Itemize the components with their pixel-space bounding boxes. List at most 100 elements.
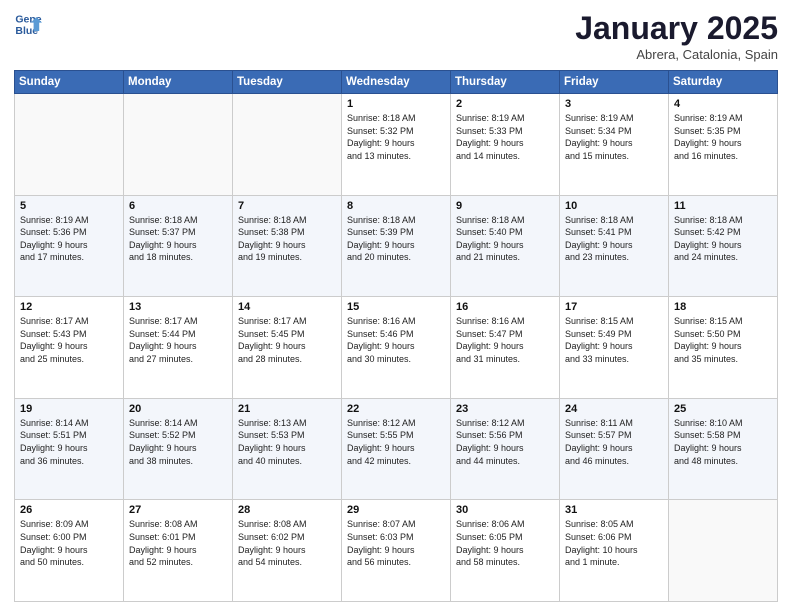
day-number: 31 [565,504,663,516]
day-info: Sunrise: 8:09 AM Sunset: 6:00 PM Dayligh… [20,518,118,568]
day-info: Sunrise: 8:19 AM Sunset: 5:34 PM Dayligh… [565,112,663,162]
calendar-cell: 5 Sunrise: 8:19 AM Sunset: 5:36 PM Daylig… [15,195,124,297]
day-number: 12 [20,301,118,313]
day-info: Sunrise: 8:11 AM Sunset: 5:57 PM Dayligh… [565,417,663,467]
day-number: 10 [565,200,663,212]
day-number: 24 [565,403,663,415]
day-info: Sunrise: 8:19 AM Sunset: 5:36 PM Dayligh… [20,214,118,264]
day-info: Sunrise: 8:17 AM Sunset: 5:45 PM Dayligh… [238,315,336,365]
logo: General Blue [14,10,42,38]
calendar-cell: 18 Sunrise: 8:15 AM Sunset: 5:50 PM Dayli… [669,297,778,399]
day-number: 1 [347,98,445,110]
day-info: Sunrise: 8:18 AM Sunset: 5:40 PM Dayligh… [456,214,554,264]
day-number: 17 [565,301,663,313]
week-row-1: 5 Sunrise: 8:19 AM Sunset: 5:36 PM Daylig… [15,195,778,297]
day-number: 14 [238,301,336,313]
day-info: Sunrise: 8:16 AM Sunset: 5:47 PM Dayligh… [456,315,554,365]
calendar-cell: 13 Sunrise: 8:17 AM Sunset: 5:44 PM Dayli… [124,297,233,399]
day-number: 30 [456,504,554,516]
calendar-cell [124,94,233,196]
calendar-cell: 4Sunrise: 8:19 AM Sunset: 5:35 PM Daylig… [669,94,778,196]
calendar-cell: 2 Sunrise: 8:19 AM Sunset: 5:33 PM Daylig… [451,94,560,196]
weekday-header-monday: Monday [124,71,233,94]
calendar-cell: 7 Sunrise: 8:18 AM Sunset: 5:38 PM Daylig… [233,195,342,297]
day-number: 6 [129,200,227,212]
day-info: Sunrise: 8:10 AM Sunset: 5:58 PM Dayligh… [674,417,772,467]
day-number: 28 [238,504,336,516]
day-number: 9 [456,200,554,212]
day-info: Sunrise: 8:17 AM Sunset: 5:44 PM Dayligh… [129,315,227,365]
weekday-header-sunday: Sunday [15,71,124,94]
calendar-cell: 28 Sunrise: 8:08 AM Sunset: 6:02 PM Dayli… [233,500,342,602]
calendar-cell: 25 Sunrise: 8:10 AM Sunset: 5:58 PM Dayli… [669,398,778,500]
day-info: Sunrise: 8:12 AM Sunset: 5:56 PM Dayligh… [456,417,554,467]
day-info: Sunrise: 8:15 AM Sunset: 5:50 PM Dayligh… [674,315,772,365]
calendar-table: SundayMondayTuesdayWednesdayThursdayFrid… [14,70,778,602]
calendar-cell: 16 Sunrise: 8:16 AM Sunset: 5:47 PM Dayli… [451,297,560,399]
day-number: 16 [456,301,554,313]
day-number: 26 [20,504,118,516]
day-number: 7 [238,200,336,212]
day-info: Sunrise: 8:16 AM Sunset: 5:46 PM Dayligh… [347,315,445,365]
weekday-header-friday: Friday [560,71,669,94]
day-number: 29 [347,504,445,516]
calendar-cell [15,94,124,196]
weekday-header-tuesday: Tuesday [233,71,342,94]
title-area: January 2025 Abrera, Catalonia, Spain [575,10,778,62]
day-number: 15 [347,301,445,313]
calendar-cell: 24 Sunrise: 8:11 AM Sunset: 5:57 PM Dayli… [560,398,669,500]
day-info: Sunrise: 8:05 AM Sunset: 6:06 PM Dayligh… [565,518,663,568]
calendar-cell: 31 Sunrise: 8:05 AM Sunset: 6:06 PM Dayli… [560,500,669,602]
day-info: Sunrise: 8:06 AM Sunset: 6:05 PM Dayligh… [456,518,554,568]
calendar-cell: 9 Sunrise: 8:18 AM Sunset: 5:40 PM Daylig… [451,195,560,297]
day-number: 8 [347,200,445,212]
day-info: Sunrise: 8:18 AM Sunset: 5:42 PM Dayligh… [674,214,772,264]
day-number: 5 [20,200,118,212]
logo-icon: General Blue [14,10,42,38]
day-info: Sunrise: 8:19 AM Sunset: 5:33 PM Dayligh… [456,112,554,162]
calendar-cell [233,94,342,196]
day-info: Sunrise: 8:07 AM Sunset: 6:03 PM Dayligh… [347,518,445,568]
day-info: Sunrise: 8:17 AM Sunset: 5:43 PM Dayligh… [20,315,118,365]
calendar-cell: 29 Sunrise: 8:07 AM Sunset: 6:03 PM Dayli… [342,500,451,602]
day-number: 22 [347,403,445,415]
calendar-page: General Blue January 2025 Abrera, Catalo… [0,0,792,612]
day-number: 19 [20,403,118,415]
day-number: 25 [674,403,772,415]
month-title: January 2025 [575,10,778,47]
day-number: 23 [456,403,554,415]
header: General Blue January 2025 Abrera, Catalo… [14,10,778,62]
week-row-3: 19 Sunrise: 8:14 AM Sunset: 5:51 PM Dayli… [15,398,778,500]
calendar-cell [669,500,778,602]
day-number: 13 [129,301,227,313]
day-info: Sunrise: 8:14 AM Sunset: 5:51 PM Dayligh… [20,417,118,467]
day-info: Sunrise: 8:14 AM Sunset: 5:52 PM Dayligh… [129,417,227,467]
week-row-0: 1 Sunrise: 8:18 AM Sunset: 5:32 PM Daylig… [15,94,778,196]
weekday-header-row: SundayMondayTuesdayWednesdayThursdayFrid… [15,71,778,94]
day-number: 27 [129,504,227,516]
day-info: Sunrise: 8:19 AM Sunset: 5:35 PM Dayligh… [674,112,772,162]
day-info: Sunrise: 8:18 AM Sunset: 5:38 PM Dayligh… [238,214,336,264]
week-row-4: 26 Sunrise: 8:09 AM Sunset: 6:00 PM Dayli… [15,500,778,602]
weekday-header-saturday: Saturday [669,71,778,94]
day-info: Sunrise: 8:18 AM Sunset: 5:41 PM Dayligh… [565,214,663,264]
day-info: Sunrise: 8:08 AM Sunset: 6:02 PM Dayligh… [238,518,336,568]
calendar-cell: 10 Sunrise: 8:18 AM Sunset: 5:41 PM Dayli… [560,195,669,297]
calendar-cell: 12 Sunrise: 8:17 AM Sunset: 5:43 PM Dayli… [15,297,124,399]
day-number: 2 [456,98,554,110]
day-info: Sunrise: 8:18 AM Sunset: 5:32 PM Dayligh… [347,112,445,162]
day-number: 21 [238,403,336,415]
calendar-cell: 14 Sunrise: 8:17 AM Sunset: 5:45 PM Dayli… [233,297,342,399]
day-info: Sunrise: 8:18 AM Sunset: 5:39 PM Dayligh… [347,214,445,264]
day-info: Sunrise: 8:12 AM Sunset: 5:55 PM Dayligh… [347,417,445,467]
week-row-2: 12 Sunrise: 8:17 AM Sunset: 5:43 PM Dayli… [15,297,778,399]
weekday-header-thursday: Thursday [451,71,560,94]
calendar-cell: 3 Sunrise: 8:19 AM Sunset: 5:34 PM Daylig… [560,94,669,196]
day-info: Sunrise: 8:08 AM Sunset: 6:01 PM Dayligh… [129,518,227,568]
calendar-cell: 19 Sunrise: 8:14 AM Sunset: 5:51 PM Dayli… [15,398,124,500]
day-number: 3 [565,98,663,110]
calendar-cell: 20 Sunrise: 8:14 AM Sunset: 5:52 PM Dayli… [124,398,233,500]
day-number: 18 [674,301,772,313]
day-number: 20 [129,403,227,415]
calendar-cell: 11Sunrise: 8:18 AM Sunset: 5:42 PM Dayli… [669,195,778,297]
